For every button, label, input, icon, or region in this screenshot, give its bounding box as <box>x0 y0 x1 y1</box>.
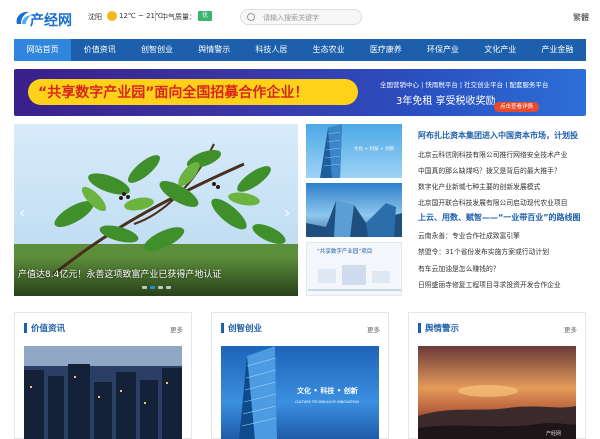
search-icon[interactable] <box>247 13 255 21</box>
city-image <box>306 201 402 237</box>
more-link[interactable]: 更多 <box>367 324 380 334</box>
nav-item-value-news[interactable]: 价值资讯 <box>71 39 128 61</box>
section-image[interactable]: 产经网 <box>418 346 576 439</box>
slider-dot[interactable] <box>158 286 163 289</box>
slider-dot[interactable] <box>166 286 171 289</box>
section-title[interactable]: 创智创业 <box>228 322 262 334</box>
news-item[interactable]: 禁盟令：31个省份发布实施方案或行动计划 <box>418 246 590 256</box>
slider-caption[interactable]: 产值达8.4亿元！永善这项致富产业已获得产地认证 <box>18 267 221 280</box>
watermark-logo: 产经网 <box>546 431 562 437</box>
banner-offer: 3年免租 享受税收奖励 <box>396 96 496 107</box>
section-image[interactable]: 文化 • 科技 • 创新 CULTURE TECHNOLOGY INNOVATI… <box>221 346 379 439</box>
section-image-subtitle: CULTURE TECHNOLOGY INNOVATION <box>295 400 359 404</box>
news-item[interactable]: 北京云科信刚科技有限公司推行网络安全技术产业 <box>418 149 590 159</box>
news-headline[interactable]: 阿布扎比资本集团进入中国资本市场，计划投 <box>418 130 590 141</box>
nav-item-eco-agriculture[interactable]: 生态农业 <box>300 39 357 61</box>
nav-item-environment[interactable]: 环保产业 <box>414 39 471 61</box>
news-item[interactable]: 中国真的那么缺煤吗？拨又是背后的最大推手？ <box>418 165 590 175</box>
news-item[interactable]: 有车云加油是怎么赚钱的？ <box>418 263 590 273</box>
search-placeholder: 请输入搜索关键字 <box>263 14 319 22</box>
traditional-chinese-link[interactable]: 繁體 <box>573 12 589 23</box>
slider-dots <box>142 286 171 289</box>
search-input[interactable]: 请输入搜索关键字 <box>240 9 362 25</box>
section-marker <box>24 323 27 333</box>
thumb-caption: 文化 + 科技 + 创新 <box>354 147 395 152</box>
more-link[interactable]: 更多 <box>564 324 577 334</box>
section-title[interactable]: 价值资讯 <box>31 322 65 334</box>
thumb-image-city[interactable] <box>306 183 402 237</box>
weather-city: 沈阳 <box>88 13 102 21</box>
night-city-image <box>24 346 182 439</box>
top-bar: 产经网 沈阳 12℃ ~ 21℃ 中气质量： 优 请输入搜索关键字 繁體 <box>0 0 600 36</box>
main-nav: 网站首页 价值资讯 创智创业 舆情警示 科技人居 生态农业 医疗康养 环保产业 … <box>14 39 586 61</box>
nav-item-home[interactable]: 网站首页 <box>14 39 72 61</box>
slider-dot[interactable] <box>142 286 147 289</box>
section-marker <box>418 323 421 333</box>
section-value-news: 价值资讯 更多 <box>14 312 192 439</box>
news-headline-secondary[interactable]: 上云、用数、赋智——“一业带百业”的路线图 <box>418 212 590 223</box>
nav-item-finance[interactable]: 产业金融 <box>529 39 586 61</box>
section-image-title: 文化 • 科技 • 创新 <box>297 387 358 395</box>
banner-details-button[interactable]: 点击查看详情 <box>494 102 540 112</box>
banner-subtitle: 全国营销中心 | 快雨税平台 | 社交创业平台 | 配套服务平台 <box>380 81 549 89</box>
project-illustration <box>308 265 401 291</box>
slider-next-icon[interactable]: › <box>284 204 294 222</box>
news-item[interactable]: 云南永善：专业合作社成致富引擎 <box>418 230 590 240</box>
nav-item-healthcare[interactable]: 医疗康养 <box>357 39 414 61</box>
image-slider[interactable]: 产值达8.4亿元！永善这项致富产业已获得产地认证 ‹ › <box>14 124 298 296</box>
section-startup: 创智创业 更多 文化 • 科技 • 创新 CULTURE TECHNOLOGY … <box>211 312 389 439</box>
sunset-image <box>418 346 576 439</box>
nav-item-startup[interactable]: 创智创业 <box>128 39 185 61</box>
news-item[interactable]: 数字化产业新城七种主要的创新发展模式 <box>418 181 590 191</box>
banner-title: “共享数字产业园”面向全国招募合作企业！ <box>38 85 309 101</box>
news-item[interactable]: 日照盛丽寺修复工程项目寻求投资开发合作企业 <box>418 279 590 289</box>
slider-dot-active[interactable] <box>150 286 155 289</box>
section-marker <box>221 323 224 333</box>
air-quality-label: 中气质量： <box>161 13 196 21</box>
thumb-project-card[interactable]: “共享数字产业园”项目 <box>306 242 402 296</box>
sun-icon <box>107 11 117 21</box>
section-title[interactable]: 舆情警示 <box>425 322 459 334</box>
promo-banner[interactable]: “共享数字产业园”面向全国招募合作企业！ 全国营销中心 | 快雨税平台 | 社交… <box>14 69 586 116</box>
nav-item-culture[interactable]: 文化产业 <box>472 39 529 61</box>
more-link[interactable]: 更多 <box>170 324 183 334</box>
air-quality-badge: 优 <box>198 11 212 21</box>
nav-item-tech-living[interactable]: 科技人居 <box>243 39 300 61</box>
thumb-image-tower[interactable]: 文化 + 科技 + 创新 <box>306 124 402 178</box>
logo-text: 产经网 <box>30 13 72 29</box>
slider-prev-icon[interactable]: ‹ <box>19 204 29 222</box>
nav-item-alerts[interactable]: 舆情警示 <box>186 39 243 61</box>
weather-temperature: 12℃ ~ 21℃ <box>119 12 163 20</box>
news-item[interactable]: 北京国开联合科技发展有限公司启动现代农业项目 <box>418 197 590 207</box>
section-image[interactable] <box>24 346 182 439</box>
banner-right: 全国营销中心 | 快雨税平台 | 社交创业平台 | 配套服务平台 3年免租 享受… <box>374 75 586 116</box>
thumb-project-title: “共享数字产业园”项目 <box>317 249 373 255</box>
site-logo[interactable]: 产经网 <box>13 8 77 29</box>
section-alerts: 舆情警示 更多 产经网 <box>408 312 586 439</box>
divider <box>155 11 156 21</box>
